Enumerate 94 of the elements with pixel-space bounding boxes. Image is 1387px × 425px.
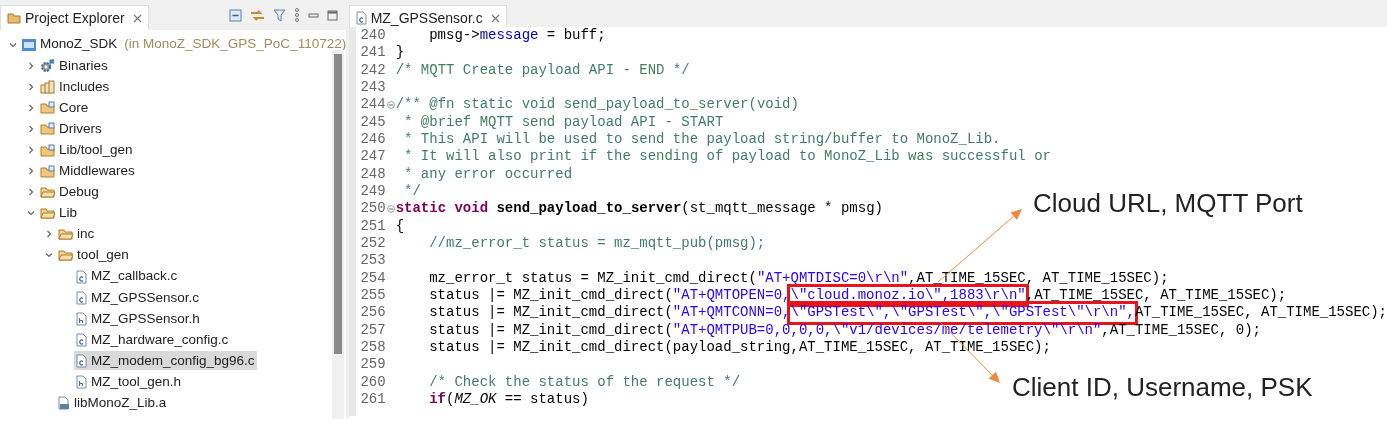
code-text: /* Check the status of the request */ bbox=[429, 373, 741, 391]
folder-icon bbox=[40, 164, 55, 178]
tree-item[interactable]: Lib/tool_gen bbox=[38, 140, 135, 160]
file-icon bbox=[76, 375, 87, 390]
callout-label: Client ID, Username, PSK bbox=[1012, 373, 1313, 402]
file-icon bbox=[58, 396, 70, 411]
project-location: (in MonoZ_SDK_GPS_PoC_110722) bbox=[124, 35, 347, 54]
file-icon bbox=[76, 290, 87, 305]
tree-item[interactable]: MZ_GPSSensor.c bbox=[74, 288, 202, 308]
line-number: 252 bbox=[359, 234, 386, 253]
line-number: 258 bbox=[359, 338, 386, 357]
code-text: /** @fn static void send_payload_to_server(void) bbox=[395, 96, 799, 114]
folder-icon bbox=[40, 207, 55, 220]
project-icon bbox=[22, 38, 36, 51]
line-number: 242 bbox=[359, 61, 386, 79]
more-icon[interactable] bbox=[294, 8, 301, 22]
code-text: status |= MZ_init_cmd_direct("AT+QMTCONN=0, bbox=[429, 304, 791, 322]
tree-item[interactable]: tool_gen bbox=[56, 246, 131, 265]
code-text: * It will also print if the sending of payload to MonoZ_Lib was successful or bbox=[403, 148, 1051, 166]
tree-item[interactable]: Debug bbox=[38, 182, 101, 202]
fold-icon[interactable] bbox=[386, 204, 395, 213]
tree-item[interactable]: Lib bbox=[38, 203, 79, 223]
scrollbar[interactable] bbox=[332, 50, 345, 419]
folder-icon bbox=[40, 122, 55, 136]
line-number: 260 bbox=[359, 373, 386, 391]
line-number: 257 bbox=[359, 321, 386, 339]
code-text: static void send_payload_to_server(st_mqtt_message * pmsg) bbox=[395, 200, 883, 218]
tree-item[interactable]: MZ_callback.c bbox=[74, 267, 180, 287]
file-icon bbox=[76, 269, 87, 284]
gear-icon bbox=[40, 58, 55, 73]
file-icon bbox=[76, 353, 87, 368]
link-icon[interactable] bbox=[250, 8, 266, 22]
callout-label: Cloud URL, MQTT Port bbox=[1033, 189, 1303, 218]
line-number: 244 bbox=[359, 96, 386, 114]
filter-icon[interactable] bbox=[273, 8, 287, 22]
line-number: 241 bbox=[359, 44, 386, 62]
tree-item[interactable]: Binaries bbox=[38, 56, 110, 76]
tree-item[interactable]: Core bbox=[38, 98, 91, 118]
maximize-icon[interactable] bbox=[327, 9, 339, 21]
code-text: if(MZ_OK == status) bbox=[429, 390, 589, 409]
line-number: 256 bbox=[359, 304, 386, 322]
tree-item[interactable]: Includes bbox=[38, 77, 112, 97]
close-icon[interactable] bbox=[132, 13, 142, 23]
close-icon[interactable] bbox=[490, 13, 500, 23]
code-text: * any error occurred bbox=[403, 165, 573, 183]
code-text: { bbox=[395, 217, 405, 235]
code-text: * @brief MQTT send payload API - START bbox=[403, 113, 724, 131]
highlighted-code: \"cloud.monoz.io\",1883\r\n" bbox=[790, 286, 1026, 305]
tree-item[interactable]: libMonoZ_Lib.a bbox=[56, 393, 169, 413]
folder-icon bbox=[58, 228, 73, 241]
line-number: 259 bbox=[359, 356, 386, 374]
tree-item[interactable]: MZ_GPSSensor.h bbox=[74, 309, 202, 329]
tree-item[interactable]: MZ_hardware_config.c bbox=[74, 330, 231, 350]
line-number: 261 bbox=[359, 390, 386, 409]
line-number: 240 bbox=[359, 27, 386, 45]
code-text: } bbox=[395, 44, 405, 62]
line-number: 243 bbox=[359, 79, 386, 97]
tree-item[interactable]: inc bbox=[56, 224, 97, 244]
fold-icon[interactable] bbox=[386, 100, 395, 109]
code-text: status |= MZ_init_cmd_direct(payload_string,AT_TIME_15SEC, AT_TIME_15SEC); bbox=[429, 338, 1051, 357]
code-text: pmsg->message = buff; bbox=[429, 27, 606, 45]
line-number: 250 bbox=[359, 200, 386, 218]
line-number: 249 bbox=[359, 182, 386, 201]
explorer-tab[interactable]: Project Explorer bbox=[0, 5, 149, 30]
folder-icon bbox=[40, 143, 55, 157]
collapse-all-icon[interactable] bbox=[229, 8, 243, 22]
tree-item[interactable]: Middlewares bbox=[38, 161, 137, 181]
books-icon bbox=[40, 79, 55, 94]
tree-item[interactable]: MZ_tool_gen.h bbox=[74, 372, 184, 392]
line-number: 251 bbox=[359, 217, 386, 235]
folder-icon bbox=[7, 12, 21, 24]
highlighted-code: \"GPSTest\",\"GPSTest\",\"GPSTest\"\r\n", bbox=[790, 304, 1135, 322]
line-number: 246 bbox=[359, 130, 386, 149]
code-text: //mz_error_t status = mz_mqtt_pub(pmsg); bbox=[429, 234, 766, 253]
line-number: 254 bbox=[359, 269, 386, 287]
line-number: 248 bbox=[359, 165, 386, 183]
line-number: 245 bbox=[359, 113, 386, 131]
folder-icon bbox=[40, 186, 55, 199]
folder-icon bbox=[58, 249, 73, 262]
line-number: 255 bbox=[359, 286, 386, 305]
file-icon bbox=[76, 332, 87, 347]
code-text: */ bbox=[403, 182, 421, 201]
tree-item[interactable]: MonoZ_SDK bbox=[20, 35, 120, 55]
code-text: * This API will be used to send the payload string/buffer to MonoZ_Lib. bbox=[403, 130, 1001, 149]
line-number: 253 bbox=[359, 252, 386, 270]
tree-item[interactable]: MZ_modem_config_bg96.c bbox=[74, 351, 257, 371]
code-text: mz_error_t status = MZ_init_cmd_direct("AT+QMTDISC=0\r\n",AT_TIME_15SEC, AT_TIME_15SEC); bbox=[429, 269, 1169, 287]
file-icon bbox=[76, 311, 87, 326]
folder-icon bbox=[40, 101, 55, 115]
code-text: status |= MZ_init_cmd_direct("AT+QMTOPEN=0, bbox=[429, 286, 791, 305]
file-icon bbox=[355, 11, 367, 25]
tree-item[interactable]: Drivers bbox=[38, 119, 104, 139]
line-number: 247 bbox=[359, 148, 386, 166]
code-text: /* MQTT Create payload API - END */ bbox=[395, 61, 690, 79]
